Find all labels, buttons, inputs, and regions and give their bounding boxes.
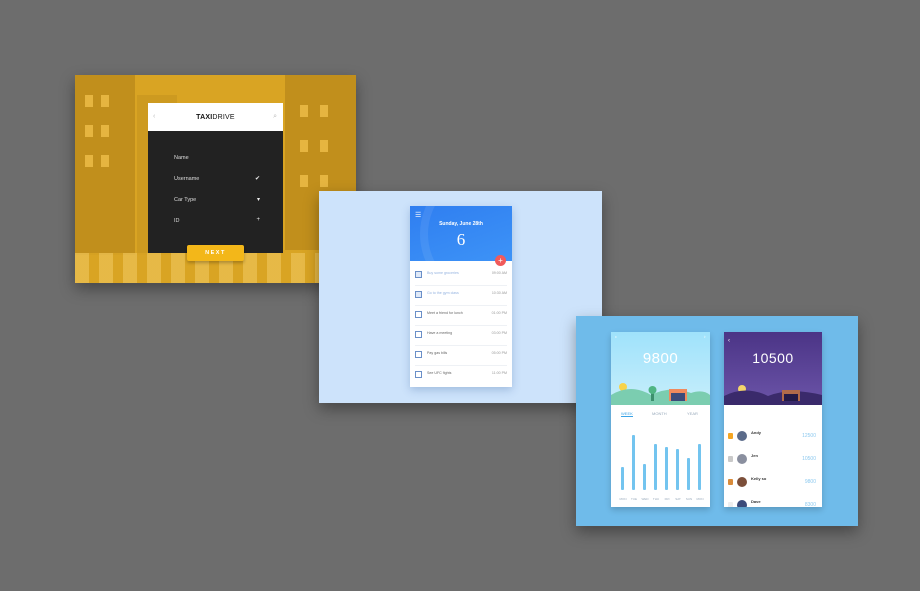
bar-tue-1 xyxy=(632,434,635,490)
steps-stats-screen: ≡ ⇪ 9800 WEEK MONTH YEAR MON TUE WED THU FRI… xyxy=(611,332,710,507)
leaderboard-screen: ‹ 10500 Andy 12500 Jen 10500 Kelly so 98… xyxy=(724,332,822,507)
bar-label: WED xyxy=(641,497,649,501)
taxi-phone-screen: ‹ TAXIDRIVE ⌕ Name Username ✔ Car Type ▾ I… xyxy=(148,103,283,253)
rank-badge-icon xyxy=(728,479,733,485)
bar-mon-0 xyxy=(621,466,624,490)
step-count: 9800 xyxy=(642,350,679,367)
bar-label: THU xyxy=(652,497,660,501)
car-type-field[interactable]: Car Type ▾ xyxy=(174,197,260,203)
bar-sat-5 xyxy=(676,449,679,490)
checkbox-icon[interactable] xyxy=(415,331,422,338)
bar-wed-2 xyxy=(643,463,646,490)
tab-week[interactable]: WEEK xyxy=(621,411,633,417)
checkbox-icon[interactable] xyxy=(415,311,422,318)
name-field[interactable]: Name xyxy=(174,155,260,161)
avatar xyxy=(737,431,747,441)
avatar xyxy=(737,454,747,464)
taxi-logo: TAXIDRIVE xyxy=(196,113,235,121)
bar-label: MON xyxy=(619,497,627,501)
steps-card: ≡ ⇪ 9800 WEEK MONTH YEAR MON TUE WED THU FRI… xyxy=(576,316,858,526)
plus-icon: + xyxy=(256,217,260,223)
checkbox-icon[interactable] xyxy=(415,371,422,378)
todo-card: ☰ Sunday, June 28th 6 + Buy some groceri… xyxy=(319,191,602,403)
taxi-form: Name Username ✔ Car Type ▾ ID + xyxy=(148,131,283,253)
bar-mon-7 xyxy=(698,443,701,490)
friend-step-count: 10500 xyxy=(752,350,794,366)
steps-hero: ≡ ⇪ 9800 xyxy=(611,332,710,405)
avatar xyxy=(737,500,747,507)
todo-item[interactable]: Buy some groceries 09:00 AM xyxy=(415,270,507,282)
todo-item[interactable]: Meet a friend for lunch 01:00 PM xyxy=(415,310,507,322)
tab-month[interactable]: MONTH xyxy=(652,411,667,416)
todo-header: ☰ Sunday, June 28th 6 xyxy=(410,206,512,261)
list-item[interactable]: Jen 10500 xyxy=(728,451,818,467)
todo-date: Sunday, June 28th xyxy=(439,221,483,227)
bar-thu-3 xyxy=(654,443,657,490)
search-icon[interactable]: ⌕ xyxy=(273,113,277,121)
checkbox-icon[interactable] xyxy=(415,271,422,278)
next-button[interactable]: NEXT xyxy=(187,245,244,261)
bar-sun-6 xyxy=(687,458,690,490)
todo-day-number: 6 xyxy=(456,230,466,249)
list-item[interactable]: Dave 8300 xyxy=(728,497,818,507)
bar-fri-4 xyxy=(665,446,668,490)
checkbox-icon[interactable] xyxy=(415,291,422,298)
avatar xyxy=(737,477,747,487)
bar-label: TUE xyxy=(631,497,637,501)
todo-item[interactable]: Go to the gym class 10:30 AM xyxy=(415,290,507,302)
back-icon[interactable]: ‹ xyxy=(153,113,155,120)
todo-item[interactable]: See UFC fights 11:00 PM xyxy=(415,370,507,382)
list-item[interactable]: Kelly so 9800 xyxy=(728,474,818,490)
bar-label: SUN xyxy=(685,497,693,501)
todo-phone-screen: ☰ Sunday, June 28th 6 + Buy some groceri… xyxy=(410,206,512,387)
rank-badge-icon xyxy=(728,502,733,507)
leaderboard-hero: ‹ 10500 xyxy=(724,332,822,405)
bar-label: SAT xyxy=(675,497,681,501)
rank-badge-icon xyxy=(728,433,733,439)
period-tabs: WEEK MONTH YEAR xyxy=(611,409,710,419)
menu-icon[interactable]: ☰ xyxy=(415,211,421,219)
rank-badge-icon xyxy=(728,456,733,462)
todo-item[interactable]: Have a meeting 03:00 PM xyxy=(415,330,507,342)
username-field[interactable]: Username ✔ xyxy=(174,176,260,182)
back-icon[interactable]: ‹ xyxy=(728,338,730,344)
check-icon: ✔ xyxy=(254,176,260,182)
checkbox-icon[interactable] xyxy=(415,351,422,358)
todo-item[interactable]: Pay gas bills 05:00 PM xyxy=(415,350,507,362)
menu-icon[interactable]: ≡ xyxy=(615,335,617,339)
bar-label: FRI xyxy=(664,497,670,501)
tab-year[interactable]: YEAR xyxy=(687,411,698,416)
landscape-illustration xyxy=(611,383,710,405)
list-item[interactable]: Andy 12500 xyxy=(728,428,818,444)
bar-label: MON xyxy=(696,497,704,501)
add-task-button[interactable]: + xyxy=(495,255,506,266)
id-field[interactable]: ID + xyxy=(174,217,260,224)
share-icon[interactable]: ⇪ xyxy=(703,335,706,339)
night-landscape-illustration xyxy=(724,385,822,405)
chevron-down-icon: ▾ xyxy=(256,197,260,203)
taxi-header: ‹ TAXIDRIVE ⌕ xyxy=(148,103,283,131)
